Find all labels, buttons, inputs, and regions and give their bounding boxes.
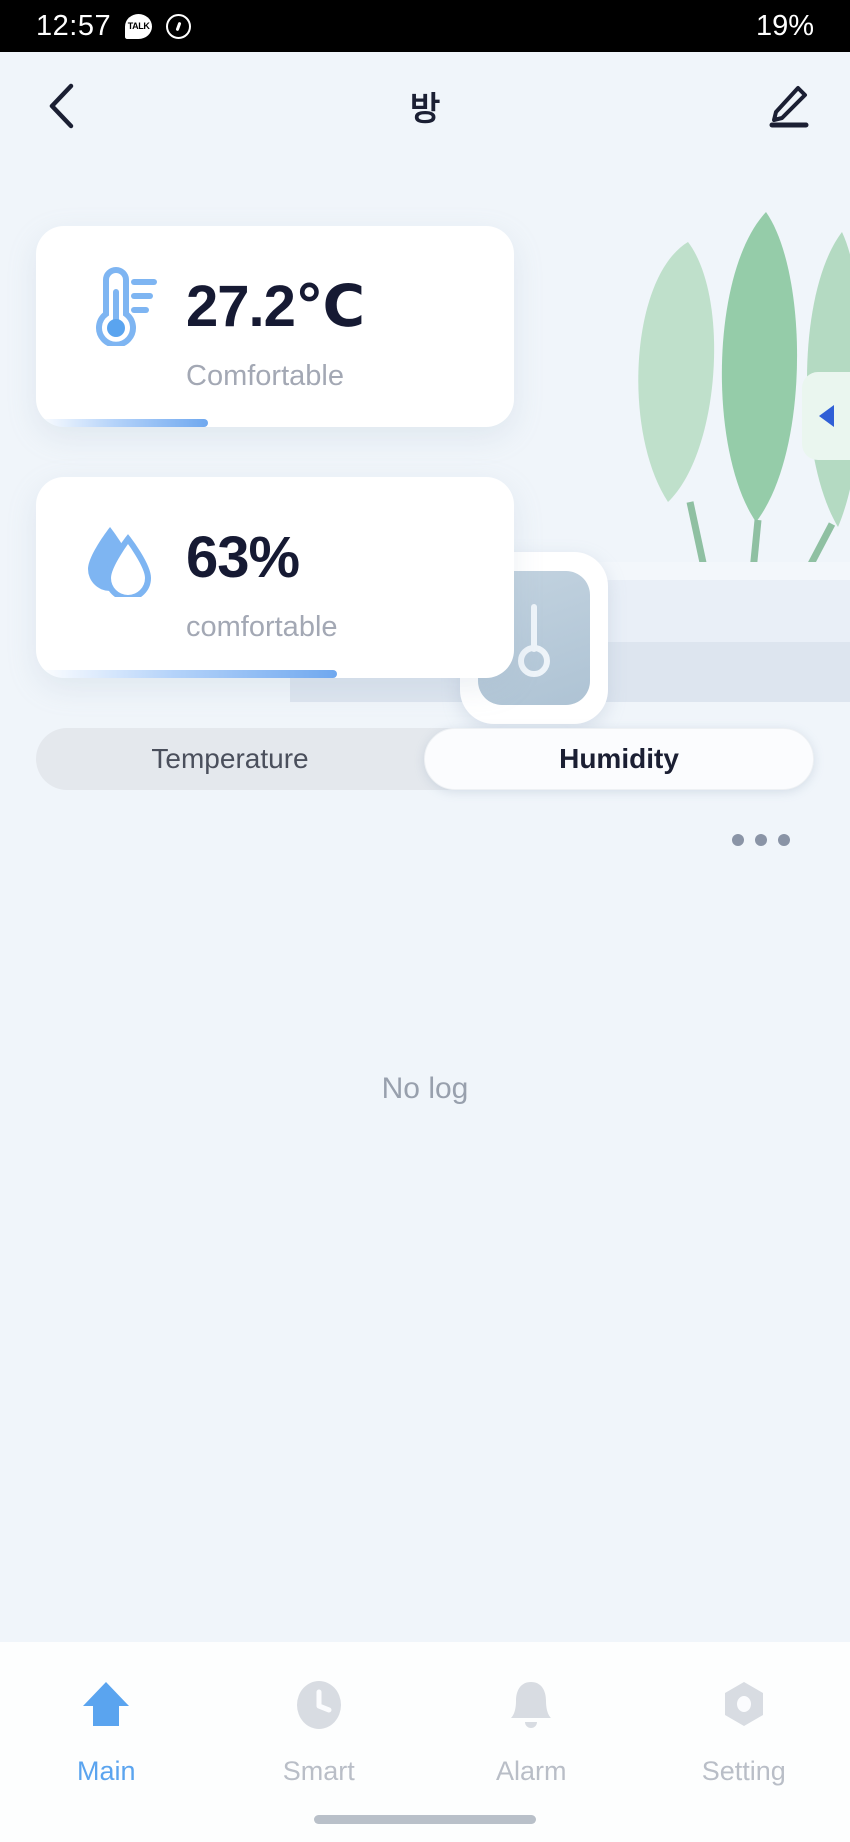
sync-rotate-icon	[166, 13, 192, 39]
kakaotalk-icon: TALK	[125, 13, 153, 39]
nav-item-main[interactable]: Main	[0, 1674, 213, 1787]
app-screen: 방 27.2℃ Comfortable 63% comfortable Temp…	[0, 52, 850, 1842]
edit-button[interactable]	[762, 80, 814, 132]
humidity-row: 63%	[36, 517, 514, 597]
temperature-value: 27.2℃	[186, 274, 365, 339]
nav-item-alarm[interactable]: Alarm	[425, 1674, 638, 1787]
empty-log-message: No log	[381, 1072, 469, 1105]
status-bar-left: 12:57 TALK	[36, 9, 192, 43]
thermometer-icon	[80, 266, 172, 346]
temperature-status: Comfortable	[186, 360, 344, 392]
chart-toolbar	[0, 790, 850, 854]
home-indicator	[314, 1815, 536, 1824]
temperature-card[interactable]: 27.2℃ Comfortable	[36, 226, 514, 427]
dot	[755, 834, 767, 846]
bottom-navigation: Main Smart Alarm Setting	[0, 1642, 850, 1842]
status-time: 12:57	[36, 9, 112, 42]
dot	[732, 834, 744, 846]
gear-hexagon-icon	[724, 1682, 763, 1726]
back-chevron-icon	[49, 83, 74, 129]
nav-label-setting: Setting	[701, 1756, 786, 1786]
nav-label-alarm: Alarm	[495, 1756, 567, 1786]
app-header: 방	[0, 52, 850, 160]
tab-temperature[interactable]: Temperature	[36, 728, 424, 790]
humidity-value: 63%	[186, 524, 300, 590]
kakaotalk-label: TALK	[127, 21, 150, 31]
battery-percent: 19%	[755, 9, 814, 42]
log-area: No log	[0, 854, 850, 1324]
humidity-progress-fill	[36, 670, 338, 678]
dot	[778, 834, 790, 846]
temperature-row: 27.2℃	[36, 266, 514, 346]
nav-item-setting[interactable]: Setting	[638, 1674, 850, 1787]
tab-humidity[interactable]: Humidity	[424, 728, 814, 790]
nav-label-smart: Smart	[282, 1756, 355, 1786]
humidity-status: comfortable	[186, 611, 338, 643]
temperature-progress-track	[36, 419, 514, 427]
bell-icon	[511, 1682, 552, 1728]
humidity-card[interactable]: 63% comfortable	[36, 477, 514, 678]
page-title: 방	[409, 90, 441, 127]
metric-tab-switch: Temperature Humidity	[36, 728, 814, 790]
home-icon	[83, 1682, 130, 1726]
metric-cards: 27.2℃ Comfortable 63% comfortable	[0, 160, 850, 678]
nav-label-main: Main	[76, 1756, 136, 1786]
nav-item-smart[interactable]: Smart	[213, 1674, 426, 1787]
water-drop-icon	[80, 517, 172, 597]
clock-icon	[296, 1681, 341, 1729]
status-bar: 12:57 TALK 19%	[0, 0, 850, 52]
three-dots-icon[interactable]	[724, 826, 798, 854]
humidity-progress-track	[36, 670, 514, 678]
back-button[interactable]	[36, 80, 88, 132]
temperature-progress-fill	[36, 419, 209, 427]
pencil-edit-icon	[769, 86, 809, 128]
